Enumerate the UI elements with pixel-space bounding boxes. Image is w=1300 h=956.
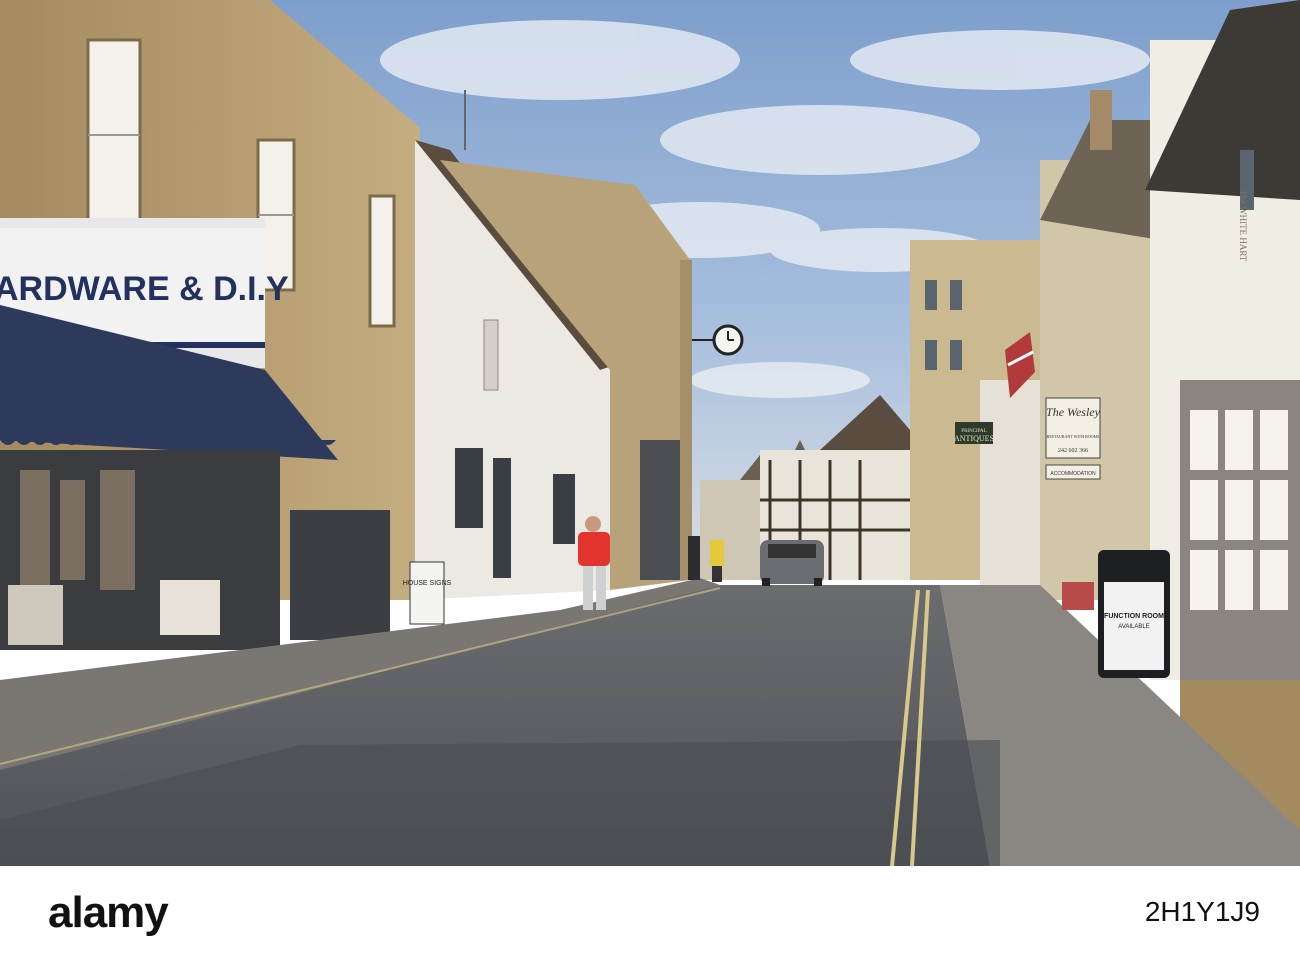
wesley-phone-text: 242 602 366 — [1058, 448, 1088, 454]
antiques-sign-text: ANTIQUES — [954, 434, 994, 443]
a-board-title: FUNCTION ROOM — [1104, 613, 1164, 620]
accommodation-text: ACCOMMODATION — [1050, 471, 1096, 477]
house-signs-text: HOUSE SIGNS — [403, 580, 452, 587]
shop-sign-text: ARDWARE & D.I.Y — [0, 270, 289, 308]
white-hart-text: The WHITE HART — [1238, 190, 1248, 262]
watermark-bar — [0, 866, 1300, 956]
street-photo: PRINCIPAL ANTIQUES The Wesley RESTAURANT… — [0, 0, 1300, 866]
image-id: 2H1Y1J9 — [1144, 896, 1260, 927]
wesley-sign-text: The Wesley — [1046, 405, 1101, 419]
a-board-sign: FUNCTION ROOM AVAILABLE — [1098, 550, 1170, 678]
wesley-sub-text: RESTAURANT WITH ROOMS — [1047, 434, 1100, 439]
pedestrian-dark — [688, 536, 700, 580]
car — [760, 540, 824, 586]
pedestrian-yellow — [710, 540, 724, 582]
alamy-logo: alamy — [48, 888, 169, 937]
a-board-sub: AVAILABLE — [1118, 624, 1149, 630]
